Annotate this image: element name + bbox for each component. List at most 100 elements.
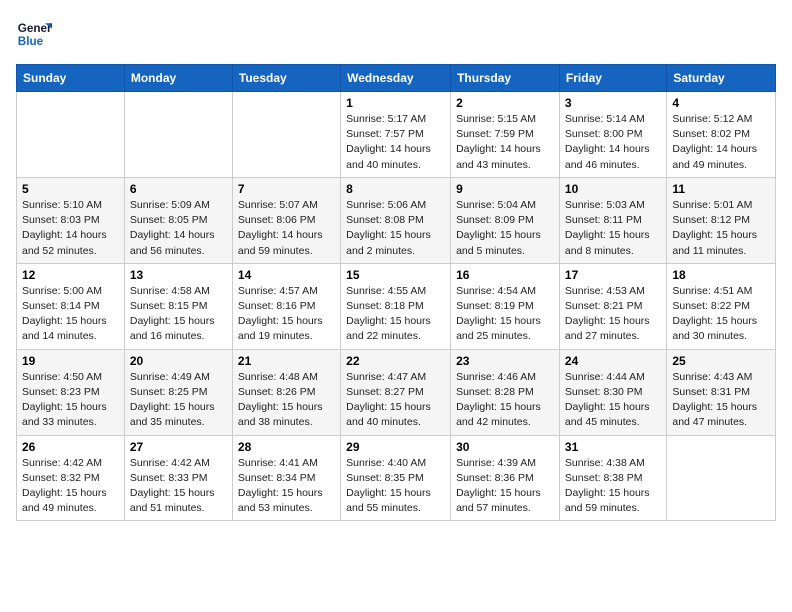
- day-number: 28: [238, 440, 335, 454]
- calendar-cell: [232, 92, 340, 178]
- day-info: Sunrise: 4:49 AM Sunset: 8:25 PM Dayligh…: [130, 370, 227, 431]
- calendar-cell: 23 Sunrise: 4:46 AM Sunset: 8:28 PM Dayli…: [451, 349, 560, 435]
- calendar-cell: 14 Sunrise: 4:57 AM Sunset: 8:16 PM Dayli…: [232, 263, 340, 349]
- calendar-cell: [124, 92, 232, 178]
- day-number: 16: [456, 268, 554, 282]
- calendar-cell: 6 Sunrise: 5:09 AM Sunset: 8:05 PM Daylig…: [124, 177, 232, 263]
- weekday-header-sunday: Sunday: [17, 65, 125, 92]
- day-number: 17: [565, 268, 661, 282]
- day-info: Sunrise: 4:50 AM Sunset: 8:23 PM Dayligh…: [22, 370, 119, 431]
- calendar-cell: 2 Sunrise: 5:15 AM Sunset: 7:59 PM Daylig…: [451, 92, 560, 178]
- calendar-cell: [17, 92, 125, 178]
- day-info: Sunrise: 4:38 AM Sunset: 8:38 PM Dayligh…: [565, 456, 661, 517]
- calendar-cell: 15 Sunrise: 4:55 AM Sunset: 8:18 PM Dayli…: [341, 263, 451, 349]
- calendar-cell: [667, 435, 776, 521]
- calendar-cell: 26 Sunrise: 4:42 AM Sunset: 8:32 PM Dayli…: [17, 435, 125, 521]
- day-number: 14: [238, 268, 335, 282]
- day-number: 20: [130, 354, 227, 368]
- calendar-cell: 13Sunrise: 4:58 AM Sunset: 8:15 PM Dayli…: [124, 263, 232, 349]
- day-number: 24: [565, 354, 661, 368]
- day-info: Sunrise: 4:47 AM Sunset: 8:27 PM Dayligh…: [346, 370, 445, 431]
- day-number: 23: [456, 354, 554, 368]
- day-info: Sunrise: 5:00 AM Sunset: 8:14 PM Dayligh…: [22, 284, 119, 345]
- day-info: Sunrise: 4:46 AM Sunset: 8:28 PM Dayligh…: [456, 370, 554, 431]
- day-info: Sunrise: 5:14 AM Sunset: 8:00 PM Dayligh…: [565, 112, 661, 173]
- weekday-header-thursday: Thursday: [451, 65, 560, 92]
- day-number: 6: [130, 182, 227, 196]
- day-info: Sunrise: 5:15 AM Sunset: 7:59 PM Dayligh…: [456, 112, 554, 173]
- weekday-header-friday: Friday: [559, 65, 666, 92]
- calendar-cell: 1 Sunrise: 5:17 AM Sunset: 7:57 PM Daylig…: [341, 92, 451, 178]
- calendar-cell: 18 Sunrise: 4:51 AM Sunset: 8:22 PM Dayli…: [667, 263, 776, 349]
- day-number: 3: [565, 96, 661, 110]
- day-number: 15: [346, 268, 445, 282]
- day-info: Sunrise: 4:53 AM Sunset: 8:21 PM Dayligh…: [565, 284, 661, 345]
- day-number: 29: [346, 440, 445, 454]
- day-number: 25: [672, 354, 770, 368]
- day-info: Sunrise: 4:44 AM Sunset: 8:30 PM Dayligh…: [565, 370, 661, 431]
- header: General Blue: [16, 16, 776, 52]
- calendar-cell: 17 Sunrise: 4:53 AM Sunset: 8:21 PM Dayli…: [559, 263, 666, 349]
- day-number: 8: [346, 182, 445, 196]
- day-number: 26: [22, 440, 119, 454]
- day-info: Sunrise: 4:51 AM Sunset: 8:22 PM Dayligh…: [672, 284, 770, 345]
- logo: General Blue: [16, 16, 56, 52]
- day-info: Sunrise: 5:03 AM Sunset: 8:11 PM Dayligh…: [565, 198, 661, 259]
- day-info: Sunrise: 4:42 AM Sunset: 8:33 PM Dayligh…: [130, 456, 227, 517]
- day-number: 18: [672, 268, 770, 282]
- day-number: 5: [22, 182, 119, 196]
- day-number: 31: [565, 440, 661, 454]
- calendar-cell: 5Sunrise: 5:10 AM Sunset: 8:03 PM Daylig…: [17, 177, 125, 263]
- day-info: Sunrise: 5:17 AM Sunset: 7:57 PM Dayligh…: [346, 112, 445, 173]
- logo-icon: General Blue: [16, 16, 52, 52]
- day-info: Sunrise: 4:57 AM Sunset: 8:16 PM Dayligh…: [238, 284, 335, 345]
- calendar-cell: 8 Sunrise: 5:06 AM Sunset: 8:08 PM Daylig…: [341, 177, 451, 263]
- day-number: 21: [238, 354, 335, 368]
- calendar-cell: 28 Sunrise: 4:41 AM Sunset: 8:34 PM Dayli…: [232, 435, 340, 521]
- day-info: Sunrise: 4:41 AM Sunset: 8:34 PM Dayligh…: [238, 456, 335, 517]
- day-info: Sunrise: 4:48 AM Sunset: 8:26 PM Dayligh…: [238, 370, 335, 431]
- calendar-cell: 30 Sunrise: 4:39 AM Sunset: 8:36 PM Dayli…: [451, 435, 560, 521]
- calendar-cell: 3 Sunrise: 5:14 AM Sunset: 8:00 PM Daylig…: [559, 92, 666, 178]
- weekday-header-saturday: Saturday: [667, 65, 776, 92]
- day-info: Sunrise: 5:01 AM Sunset: 8:12 PM Dayligh…: [672, 198, 770, 259]
- calendar-cell: 9 Sunrise: 5:04 AM Sunset: 8:09 PM Daylig…: [451, 177, 560, 263]
- day-number: 4: [672, 96, 770, 110]
- day-info: Sunrise: 4:42 AM Sunset: 8:32 PM Dayligh…: [22, 456, 119, 517]
- day-number: 10: [565, 182, 661, 196]
- day-number: 11: [672, 182, 770, 196]
- calendar-cell: 4 Sunrise: 5:12 AM Sunset: 8:02 PM Daylig…: [667, 92, 776, 178]
- weekday-header-monday: Monday: [124, 65, 232, 92]
- day-number: 1: [346, 96, 445, 110]
- day-info: Sunrise: 4:43 AM Sunset: 8:31 PM Dayligh…: [672, 370, 770, 431]
- weekday-header-wednesday: Wednesday: [341, 65, 451, 92]
- calendar-cell: 21 Sunrise: 4:48 AM Sunset: 8:26 PM Dayli…: [232, 349, 340, 435]
- day-info: Sunrise: 5:06 AM Sunset: 8:08 PM Dayligh…: [346, 198, 445, 259]
- day-info: Sunrise: 5:04 AM Sunset: 8:09 PM Dayligh…: [456, 198, 554, 259]
- day-info: Sunrise: 4:40 AM Sunset: 8:35 PM Dayligh…: [346, 456, 445, 517]
- day-number: 13: [130, 268, 227, 282]
- day-number: 30: [456, 440, 554, 454]
- calendar-cell: 7Sunrise: 5:07 AM Sunset: 8:06 PM Daylig…: [232, 177, 340, 263]
- calendar-cell: 12 Sunrise: 5:00 AM Sunset: 8:14 PM Dayli…: [17, 263, 125, 349]
- calendar-cell: 31 Sunrise: 4:38 AM Sunset: 8:38 PM Dayli…: [559, 435, 666, 521]
- calendar-cell: 20 Sunrise: 4:49 AM Sunset: 8:25 PM Dayli…: [124, 349, 232, 435]
- calendar-cell: 25 Sunrise: 4:43 AM Sunset: 8:31 PM Dayli…: [667, 349, 776, 435]
- calendar-cell: 24 Sunrise: 4:44 AM Sunset: 8:30 PM Dayli…: [559, 349, 666, 435]
- day-info: Sunrise: 4:55 AM Sunset: 8:18 PM Dayligh…: [346, 284, 445, 345]
- day-number: 2: [456, 96, 554, 110]
- day-info: Sunrise: 4:54 AM Sunset: 8:19 PM Dayligh…: [456, 284, 554, 345]
- day-number: 12: [22, 268, 119, 282]
- svg-text:Blue: Blue: [18, 35, 44, 48]
- day-number: 22: [346, 354, 445, 368]
- calendar-table: SundayMondayTuesdayWednesdayThursdayFrid…: [16, 64, 776, 521]
- day-number: 27: [130, 440, 227, 454]
- calendar-cell: 16 Sunrise: 4:54 AM Sunset: 8:19 PM Dayli…: [451, 263, 560, 349]
- day-info: Sunrise: 5:09 AM Sunset: 8:05 PM Dayligh…: [130, 198, 227, 259]
- calendar-cell: 11 Sunrise: 5:01 AM Sunset: 8:12 PM Dayli…: [667, 177, 776, 263]
- calendar-cell: 27 Sunrise: 4:42 AM Sunset: 8:33 PM Dayli…: [124, 435, 232, 521]
- day-info: Sunrise: 4:39 AM Sunset: 8:36 PM Dayligh…: [456, 456, 554, 517]
- weekday-header-tuesday: Tuesday: [232, 65, 340, 92]
- day-info: Sunrise: 5:12 AM Sunset: 8:02 PM Dayligh…: [672, 112, 770, 173]
- day-number: 9: [456, 182, 554, 196]
